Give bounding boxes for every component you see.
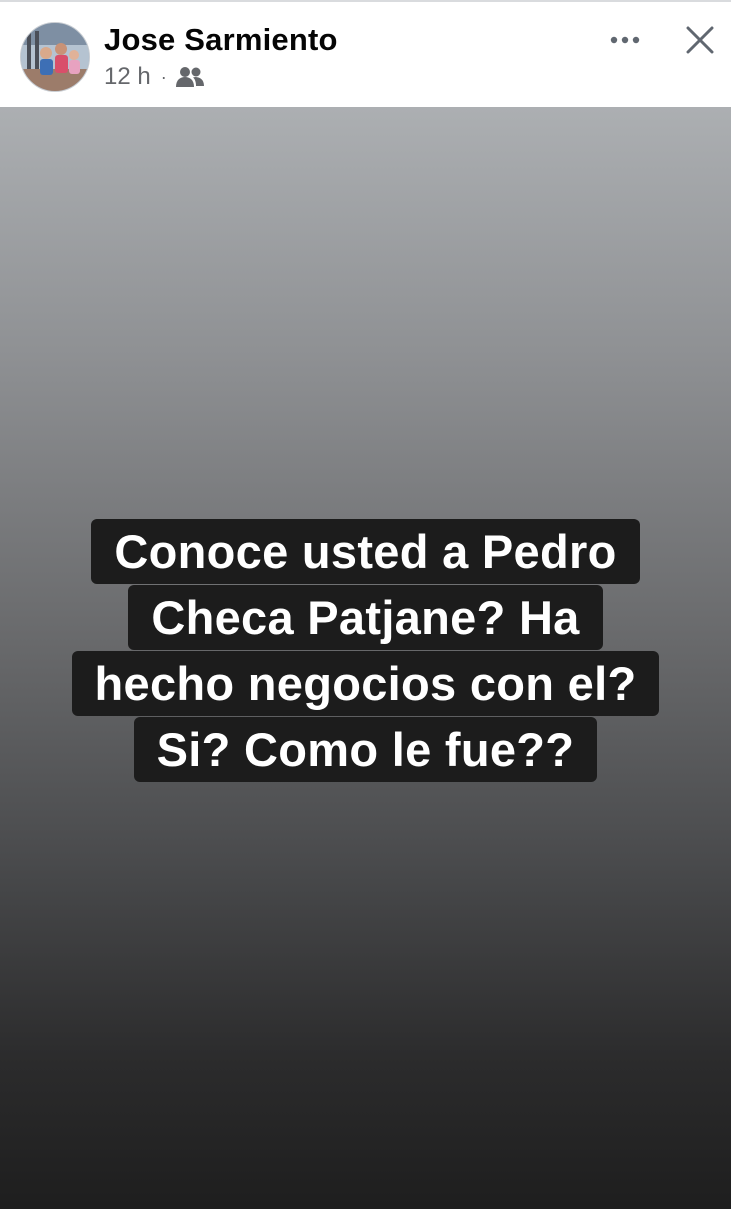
avatar-photo-icon xyxy=(21,23,89,91)
header-divider xyxy=(0,0,731,2)
post-meta: 12 h · xyxy=(104,62,204,92)
caption-line: Checa Patjane? Ha xyxy=(128,585,603,650)
friends-icon xyxy=(175,66,204,88)
post-time[interactable]: 12 h xyxy=(104,63,151,91)
story-header: Jose Sarmiento 12 h · xyxy=(0,0,731,107)
close-icon xyxy=(686,26,714,54)
more-options-button[interactable] xyxy=(604,22,646,58)
story-content[interactable]: Conoce usted a Pedro Checa Patjane? Ha h… xyxy=(0,107,731,1209)
more-options-icon xyxy=(610,36,640,44)
story-caption: Conoce usted a Pedro Checa Patjane? Ha h… xyxy=(0,519,731,782)
caption-line: Si? Como le fue?? xyxy=(133,717,598,782)
meta-separator: · xyxy=(160,66,167,87)
caption-line: hecho negocios con el? xyxy=(71,651,660,716)
avatar[interactable] xyxy=(20,22,90,92)
author-name[interactable]: Jose Sarmiento xyxy=(104,22,338,58)
caption-line: Conoce usted a Pedro xyxy=(91,519,640,584)
close-button[interactable] xyxy=(678,20,722,60)
